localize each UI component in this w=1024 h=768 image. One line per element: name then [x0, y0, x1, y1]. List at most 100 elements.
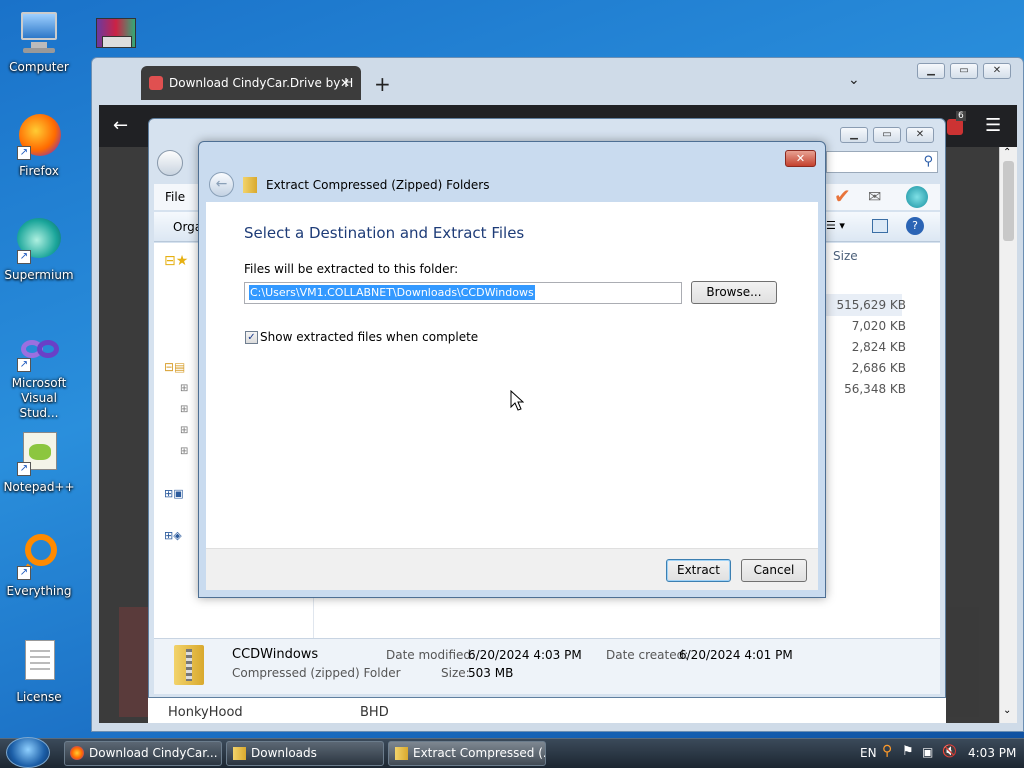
menu-hamburger-icon[interactable]: ☰: [985, 115, 1001, 136]
browser-tab[interactable]: Download CindyCar.Drive by H ✕: [141, 66, 361, 100]
taskbar-clock[interactable]: 4:03 PM: [968, 746, 1016, 760]
explorer-close-button[interactable]: ✕: [906, 127, 934, 143]
language-indicator[interactable]: EN: [860, 746, 877, 760]
menu-file[interactable]: File: [165, 190, 185, 204]
winrar-icon[interactable]: [96, 8, 138, 50]
tray-display-icon[interactable]: ▣: [922, 745, 933, 759]
desktop-icon-supermium[interactable]: ↗ Supermium: [0, 216, 78, 283]
explorer-search-box[interactable]: ⚲: [826, 151, 938, 173]
taskbar-item-browser[interactable]: Download CindyCar...: [64, 741, 222, 766]
dialog-back-button[interactable]: ←: [209, 172, 234, 197]
scroll-down-icon[interactable]: ⌄: [1003, 705, 1011, 716]
computer-icon: [15, 8, 63, 56]
explorer-minimize-button[interactable]: ▁: [840, 127, 868, 143]
text-file-icon: [15, 638, 63, 686]
desktop-icon-visual-studio[interactable]: ↗ Microsoft Visual Stud...: [0, 334, 78, 421]
explorer-nav-back-button[interactable]: [157, 150, 183, 176]
details-file-name: CCDWindows: [232, 647, 319, 662]
browser-minimize-button[interactable]: ▁: [917, 63, 945, 79]
checkmark-icon[interactable]: ✔: [834, 184, 851, 208]
tab-close-icon[interactable]: ✕: [340, 66, 350, 100]
dialog-body: Select a Destination and Extract Files F…: [206, 202, 818, 548]
details-date-created-label: Date created:: [606, 648, 689, 662]
zip-folder-icon: [243, 177, 257, 193]
browse-button[interactable]: Browse...: [691, 281, 777, 304]
desktop-icon-license[interactable]: License: [0, 638, 78, 705]
view-options-icon[interactable]: ☰ ▾: [826, 219, 845, 232]
column-header-size[interactable]: Size: [833, 249, 858, 263]
zip-folder-icon: [174, 645, 204, 685]
computer-tree-icon[interactable]: ⊞▣: [164, 487, 184, 500]
network-tree-icon[interactable]: ⊞◈: [164, 529, 182, 542]
details-date-modified: 6/20/2024 4:03 PM: [468, 648, 582, 662]
browser-scrollbar[interactable]: ⌃ ⌄: [999, 147, 1017, 723]
browser-close-button[interactable]: ✕: [983, 63, 1011, 79]
details-date-created: 6/20/2024 4:01 PM: [679, 648, 793, 662]
notepadpp-icon: ↗: [15, 428, 63, 476]
firefox-icon: ↗: [15, 112, 63, 160]
explorer-maximize-button[interactable]: ▭: [873, 127, 901, 143]
search-icon: ⚲: [923, 154, 933, 169]
destination-path-input[interactable]: C:\Users\VM1.COLLABNET\Downloads\CCDWind…: [244, 282, 682, 304]
addon-badge-icon[interactable]: [947, 119, 963, 135]
preview-pane-icon[interactable]: [872, 219, 888, 233]
extract-button[interactable]: Extract: [666, 559, 731, 582]
scroll-up-icon[interactable]: ⌃: [1003, 147, 1011, 158]
taskbar-item-label: Download CindyCar...: [89, 746, 218, 760]
taskbar-item-extract[interactable]: Extract Compressed (...: [388, 741, 546, 766]
firefox-icon: [70, 746, 84, 760]
tree-expand-icon[interactable]: ⊞: [180, 446, 188, 457]
dialog-heading: Select a Destination and Extract Files: [244, 224, 525, 242]
desktop-icon-everything[interactable]: ↗ Everything: [0, 532, 78, 599]
dialog-title: Extract Compressed (Zipped) Folders: [266, 178, 490, 192]
file-size-cell: 2,824 KB: [851, 340, 906, 354]
globe-icon[interactable]: [906, 186, 928, 208]
details-date-modified-label: Date modified:: [386, 648, 476, 662]
browser-maximize-button[interactable]: ▭: [950, 63, 978, 79]
page-footer-mid-text: BHD: [360, 705, 389, 720]
desktop-icon-label: Firefox: [19, 164, 59, 178]
desktop-icon-label: License: [16, 690, 62, 704]
desktop-icon-notepadpp[interactable]: ↗ Notepad++: [0, 428, 78, 495]
page-footer-strip: [148, 698, 946, 723]
mail-icon[interactable]: ✉: [868, 187, 881, 206]
new-tab-button[interactable]: +: [374, 72, 391, 96]
dialog-close-button[interactable]: ✕: [785, 150, 816, 167]
addon-badge-count: 6: [956, 111, 966, 121]
desktop-icon-label: Notepad++: [3, 480, 75, 494]
start-button[interactable]: [6, 737, 50, 768]
zip-folder-icon: [395, 747, 408, 760]
favorites-star-icon[interactable]: ⊟★: [164, 253, 188, 269]
file-size-cell: 56,348 KB: [844, 382, 906, 396]
desktop-icon-computer[interactable]: Computer: [0, 8, 78, 75]
details-pane: CCDWindows Compressed (zipped) Folder Da…: [154, 638, 940, 694]
help-icon[interactable]: ?: [906, 217, 924, 235]
tab-list-chevron-icon[interactable]: ⌄: [848, 72, 860, 88]
taskbar-item-downloads[interactable]: Downloads: [226, 741, 384, 766]
visual-studio-icon: ↗: [15, 334, 63, 372]
desktop-icon-firefox[interactable]: ↗ Firefox: [0, 112, 78, 179]
shortcut-arrow-icon: ↗: [17, 462, 31, 476]
path-label: Files will be extracted to this folder:: [244, 262, 459, 276]
details-size-label: Size:: [441, 666, 470, 680]
everything-icon: ↗: [15, 532, 63, 580]
back-arrow-icon[interactable]: ←: [113, 115, 128, 136]
taskbar-item-label: Downloads: [251, 746, 317, 760]
page-footer-left-text: HonkyHood: [168, 705, 243, 720]
tree-expand-icon[interactable]: ⊞: [180, 383, 188, 394]
libraries-folder-icon[interactable]: ⊟▤: [164, 360, 185, 374]
tab-title: Download CindyCar.Drive by H: [169, 76, 354, 90]
cancel-button[interactable]: Cancel: [741, 559, 807, 582]
scroll-thumb[interactable]: [1003, 161, 1014, 241]
tray-search-icon[interactable]: ⚲: [882, 743, 892, 759]
show-files-checkbox[interactable]: ✓: [245, 331, 258, 344]
shortcut-arrow-icon: ↗: [17, 566, 31, 580]
tree-expand-icon[interactable]: ⊞: [180, 404, 188, 415]
shortcut-arrow-icon: ↗: [17, 250, 31, 264]
tab-favicon-icon: [149, 76, 163, 90]
desktop-icon-label: Everything: [6, 584, 72, 598]
show-files-label: Show extracted files when complete: [260, 330, 479, 344]
tray-volume-muted-icon[interactable]: 🔇: [942, 744, 957, 758]
tree-expand-icon[interactable]: ⊞: [180, 425, 188, 436]
tray-flag-icon[interactable]: ⚑: [902, 744, 914, 759]
